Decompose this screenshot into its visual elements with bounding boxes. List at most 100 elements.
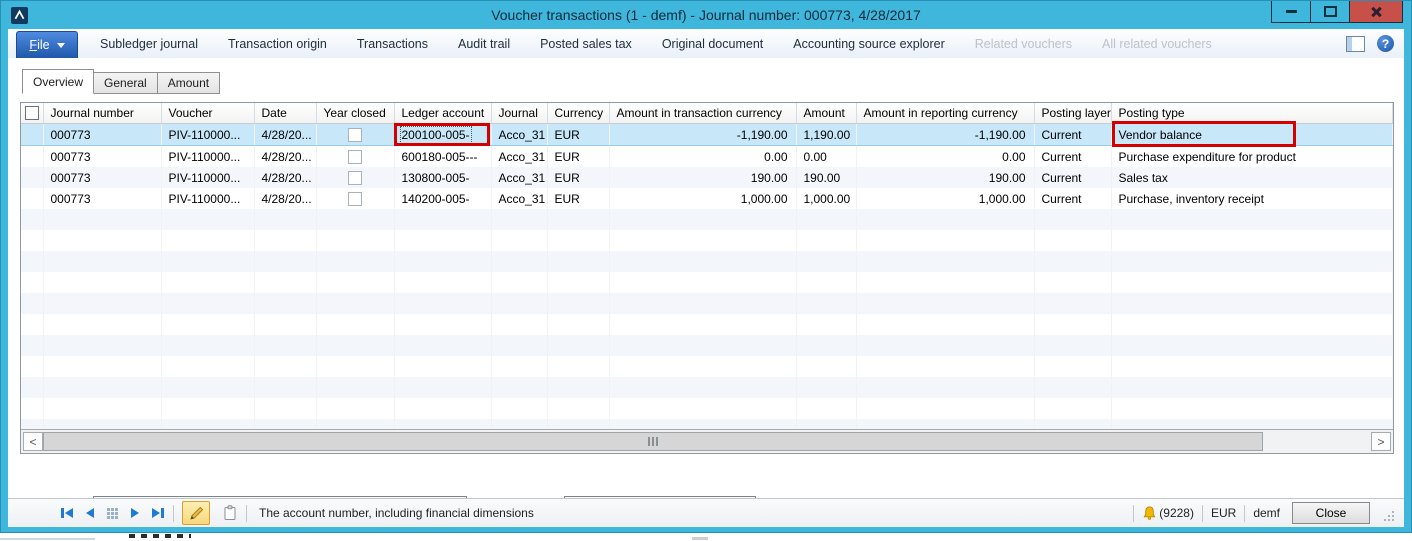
resize-grip-icon[interactable] xyxy=(1384,511,1394,521)
tab-amount[interactable]: Amount xyxy=(158,72,220,94)
cell-posting-type[interactable]: Sales tax xyxy=(1111,167,1393,188)
cell-journal-number[interactable]: 000773 xyxy=(43,124,161,146)
column-header-amount-in-reporting-currency[interactable]: Amount in reporting currency xyxy=(856,103,1034,124)
cell-ledger-account[interactable]: 200100-005- xyxy=(394,124,491,146)
horizontal-scrollbar[interactable]: < > xyxy=(21,429,1393,453)
cell-journal[interactable]: Acco_31 xyxy=(491,146,547,168)
column-header-amount-in-transaction-currency[interactable]: Amount in transaction currency xyxy=(609,103,796,124)
cell-amount[interactable]: 190.00 xyxy=(796,167,856,188)
minimize-button[interactable] xyxy=(1272,1,1310,22)
scroll-right-button[interactable]: > xyxy=(1371,432,1391,451)
cell-voucher[interactable]: PIV-110000... xyxy=(161,146,254,168)
table-row[interactable]: 000773PIV-110000...4/28/20...130800-005-… xyxy=(21,167,1393,188)
cell-year-closed[interactable] xyxy=(316,146,394,168)
cell-currency[interactable]: EUR xyxy=(547,188,609,209)
cell-amount-in-reporting-currency[interactable]: -1,190.00 xyxy=(856,124,1034,146)
cell-posting-layer[interactable]: Current xyxy=(1034,124,1111,146)
tab-general[interactable]: General xyxy=(94,72,158,94)
tab-overview[interactable]: Overview xyxy=(22,69,94,94)
cell-year-closed[interactable] xyxy=(316,167,394,188)
help-icon[interactable]: ? xyxy=(1377,35,1394,52)
previous-record-button[interactable] xyxy=(84,507,96,519)
cell-amount[interactable]: 1,190.00 xyxy=(796,124,856,146)
cell-posting-type[interactable]: Purchase, inventory receipt xyxy=(1111,188,1393,209)
column-header-currency[interactable]: Currency xyxy=(547,103,609,124)
column-header-posting-layer[interactable]: Posting layer xyxy=(1034,103,1111,124)
cell-amount-in-reporting-currency[interactable]: 1,000.00 xyxy=(856,188,1034,209)
column-header-journal-number[interactable]: Journal number xyxy=(43,103,161,124)
cell-voucher[interactable]: PIV-110000... xyxy=(161,167,254,188)
column-header-ledger-account[interactable]: Ledger account xyxy=(394,103,491,124)
cell-amount-in-reporting-currency[interactable]: 190.00 xyxy=(856,167,1034,188)
close-button[interactable]: Close xyxy=(1292,502,1370,524)
table-row[interactable]: 000773PIV-110000...4/28/20... 600180-005-… xyxy=(21,146,1393,168)
cell-voucher[interactable]: PIV-110000... xyxy=(161,188,254,209)
year-closed-checkbox[interactable] xyxy=(348,192,362,206)
table-row[interactable]: 000773PIV-110000...4/28/20...200100-005-… xyxy=(21,124,1393,146)
column-header-select[interactable] xyxy=(21,103,43,124)
column-header-journal[interactable]: Journal xyxy=(491,103,547,124)
cell-currency[interactable]: EUR xyxy=(547,124,609,146)
column-header-voucher[interactable]: Voucher xyxy=(161,103,254,124)
cell-posting-type[interactable]: Vendor balance xyxy=(1111,124,1393,146)
cell-amount[interactable]: 0.00 xyxy=(796,146,856,168)
cell-year-closed[interactable] xyxy=(316,188,394,209)
select-all-checkbox[interactable] xyxy=(25,106,39,120)
cell-currency[interactable]: EUR xyxy=(547,146,609,168)
scrollbar-thumb[interactable] xyxy=(43,432,1263,451)
cell-journal[interactable]: Acco_31 xyxy=(491,124,547,146)
menu-item-original-document[interactable]: Original document xyxy=(662,37,763,51)
cell-year-closed[interactable] xyxy=(316,124,394,146)
cell-date[interactable]: 4/28/20... xyxy=(254,167,316,188)
last-record-button[interactable] xyxy=(151,507,165,519)
cell-select[interactable] xyxy=(21,167,43,188)
menu-item-accounting-source-explorer[interactable]: Accounting source explorer xyxy=(793,37,944,51)
layout-pane-icon[interactable] xyxy=(1346,36,1365,52)
cell-posting-layer[interactable]: Current xyxy=(1034,146,1111,168)
column-header-date[interactable]: Date xyxy=(254,103,316,124)
first-record-button[interactable] xyxy=(60,507,74,519)
cell-posting-layer[interactable]: Current xyxy=(1034,188,1111,209)
cell-amount[interactable]: 1,000.00 xyxy=(796,188,856,209)
cell-posting-type[interactable]: Purchase expenditure for product xyxy=(1111,146,1393,168)
attachments-button[interactable] xyxy=(222,505,238,521)
cell-voucher[interactable]: PIV-110000... xyxy=(161,124,254,146)
scroll-left-button[interactable]: < xyxy=(23,432,43,451)
cell-amount-in-transaction-currency[interactable]: -1,190.00 xyxy=(609,124,796,146)
cell-date[interactable]: 4/28/20... xyxy=(254,146,316,168)
year-closed-checkbox[interactable] xyxy=(348,150,362,164)
cell-ledger-account[interactable]: 140200-005- xyxy=(394,188,491,209)
records-grid-button[interactable] xyxy=(106,507,119,519)
menu-item-subledger-journal[interactable]: Subledger journal xyxy=(100,37,198,51)
edit-record-button[interactable] xyxy=(182,501,210,525)
cell-journal-number[interactable]: 000773 xyxy=(43,167,161,188)
cell-ledger-account[interactable]: 600180-005--- xyxy=(394,146,491,168)
table-row[interactable]: 000773PIV-110000...4/28/20... 140200-005-… xyxy=(21,188,1393,209)
cell-currency[interactable]: EUR xyxy=(547,167,609,188)
year-closed-checkbox[interactable] xyxy=(348,128,362,142)
cell-journal-number[interactable]: 000773 xyxy=(43,146,161,168)
cell-amount-in-reporting-currency[interactable]: 0.00 xyxy=(856,146,1034,168)
column-header-year-closed[interactable]: Year closed xyxy=(316,103,394,124)
currency-indicator[interactable]: EUR xyxy=(1211,506,1236,520)
column-header-amount[interactable]: Amount xyxy=(796,103,856,124)
close-window-button[interactable] xyxy=(1349,1,1402,22)
column-header-posting-type[interactable]: Posting type xyxy=(1111,103,1393,124)
menu-item-transactions[interactable]: Transactions xyxy=(357,37,428,51)
cell-select[interactable] xyxy=(21,124,43,146)
maximize-button[interactable] xyxy=(1310,1,1349,22)
menu-item-audit-trail[interactable]: Audit trail xyxy=(458,37,510,51)
cell-journal[interactable]: Acco_31 xyxy=(491,188,547,209)
cell-select[interactable] xyxy=(21,188,43,209)
cell-journal-number[interactable]: 000773 xyxy=(43,188,161,209)
menu-item-transaction-origin[interactable]: Transaction origin xyxy=(228,37,327,51)
file-menu-button[interactable]: File xyxy=(16,31,78,58)
next-record-button[interactable] xyxy=(129,507,141,519)
cell-amount-in-transaction-currency[interactable]: 0.00 xyxy=(609,146,796,168)
cell-amount-in-transaction-currency[interactable]: 190.00 xyxy=(609,167,796,188)
cell-date[interactable]: 4/28/20... xyxy=(254,188,316,209)
year-closed-checkbox[interactable] xyxy=(348,171,362,185)
cell-posting-layer[interactable]: Current xyxy=(1034,167,1111,188)
alerts-indicator[interactable]: (9228) xyxy=(1142,506,1194,521)
cell-select[interactable] xyxy=(21,146,43,168)
